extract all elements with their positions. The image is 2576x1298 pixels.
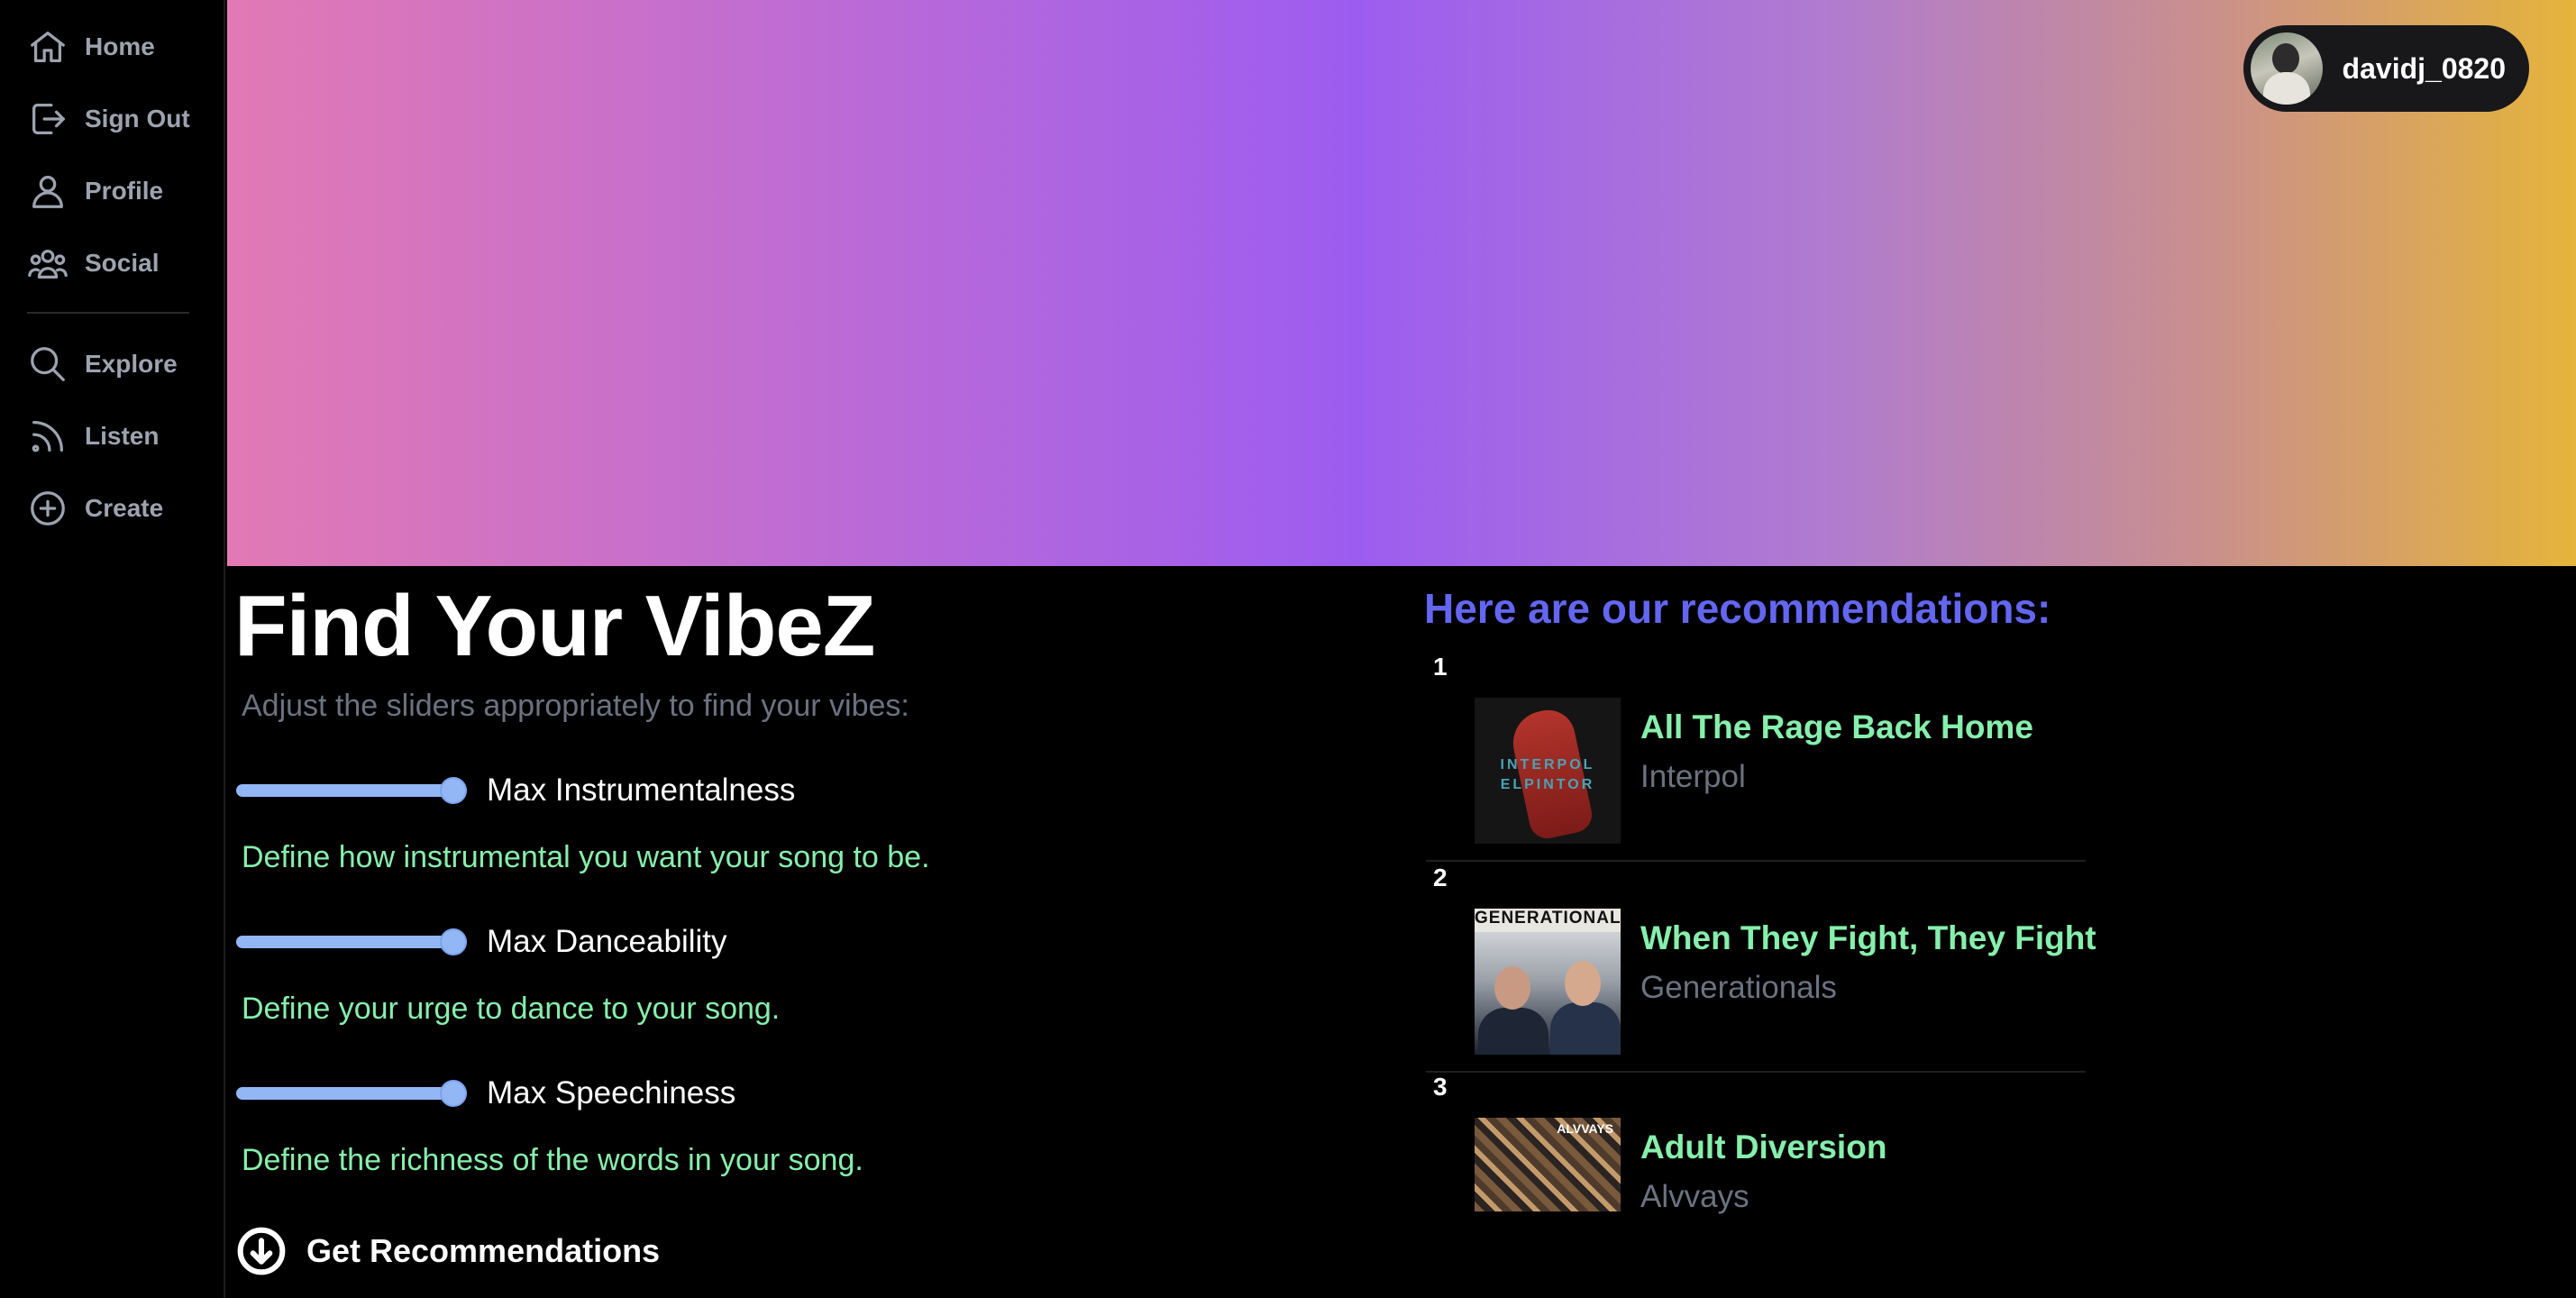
home-icon <box>31 32 65 62</box>
sidebar-item-sign-out[interactable]: Sign Out <box>27 92 190 146</box>
get-recommendations-label: Get Recommendations <box>306 1232 661 1269</box>
slider-thumb[interactable] <box>440 777 467 804</box>
sidebar-item-label: Social <box>85 249 160 277</box>
sidebar-item-label: Create <box>85 494 164 522</box>
slider-description: Define how instrumental you want your so… <box>242 840 930 874</box>
album-cover[interactable]: GENERATIONALS <box>1475 909 1621 1055</box>
slider-thumb[interactable] <box>440 1080 467 1107</box>
sidebar: Home Sign Out Profile Social Explore Lis… <box>0 0 225 1298</box>
get-recommendations-button[interactable]: Get Recommendations <box>236 1222 660 1280</box>
recommendation-item: 1 INTERPOL ELPINTOR All The Rage Back Ho… <box>1426 653 2086 862</box>
user-icon <box>32 176 63 208</box>
album-cover-text: INTERPOL <box>1500 757 1595 772</box>
recommendation-rank: 1 <box>1433 653 1448 681</box>
users-icon <box>28 249 68 279</box>
slider-description: Define the richness of the words in your… <box>242 1143 863 1177</box>
album-cover[interactable]: ALVVAYS <box>1475 1118 1621 1211</box>
sidebar-divider <box>27 312 189 314</box>
sidebar-item-profile[interactable]: Profile <box>27 164 163 218</box>
slider-track[interactable] <box>236 1080 467 1107</box>
arrow-down-circle-icon <box>237 1227 286 1275</box>
rss-icon <box>32 421 63 452</box>
search-icon <box>31 347 65 381</box>
artist-name: Alvvays <box>1640 1179 1749 1214</box>
slider-thumb[interactable] <box>440 928 467 955</box>
recommendation-item: 3 ALVVAYS Adult Diversion Alvvays <box>1426 1073 2086 1282</box>
album-cover[interactable]: INTERPOL ELPINTOR <box>1475 698 1621 844</box>
sign-out-icon <box>32 104 65 134</box>
recommendations-title: Here are our recommendations: <box>1424 585 2051 632</box>
slider-label: Max Danceability <box>487 924 727 959</box>
slider-description: Define your urge to dance to your song. <box>242 992 781 1026</box>
slider-instrumentalness[interactable]: Max Instrumentalness <box>236 768 795 813</box>
page-subtitle: Adjust the sliders appropriately to find… <box>242 689 909 723</box>
sidebar-item-label: Profile <box>85 177 164 205</box>
song-title-link[interactable]: All The Rage Back Home <box>1640 708 2033 746</box>
sidebar-item-listen[interactable]: Listen <box>27 409 159 463</box>
sidebar-item-label: Listen <box>85 422 160 450</box>
slider-label: Max Instrumentalness <box>487 772 796 808</box>
song-title-link[interactable]: When They Fight, They Fight <box>1640 919 2096 957</box>
user-menu-button[interactable]: davidj_0820 <box>2243 25 2529 112</box>
sidebar-item-label: Explore <box>85 350 178 378</box>
slider-danceability[interactable]: Max Danceability <box>236 919 727 964</box>
artist-name: Interpol <box>1640 759 1746 794</box>
artist-name: Generationals <box>1640 970 1837 1005</box>
sidebar-item-label: Sign Out <box>85 105 190 133</box>
slider-speechiness[interactable]: Max Speechiness <box>236 1071 735 1116</box>
slider-label: Max Speechiness <box>487 1075 736 1111</box>
album-cover-text: ELPINTOR <box>1500 777 1595 792</box>
sidebar-item-label: Home <box>85 32 155 60</box>
recommendation-item: 2 GENERATIONALS When They Fight, They Fi… <box>1426 864 2096 1073</box>
album-cover-text: ALVVAYS <box>1557 1121 1613 1136</box>
slider-track[interactable] <box>236 928 467 955</box>
sidebar-item-explore[interactable]: Explore <box>27 337 178 391</box>
sidebar-item-social[interactable]: Social <box>27 236 159 290</box>
page-title: Find Your VibeZ <box>234 578 875 674</box>
recommendation-rank: 3 <box>1433 1073 1448 1101</box>
slider-track[interactable] <box>236 777 467 804</box>
recommendation-rank: 2 <box>1433 864 1448 891</box>
header-banner: davidj_0820 <box>227 0 2576 566</box>
avatar <box>2250 32 2323 105</box>
album-cover-text: GENERATIONALS <box>1475 909 1621 928</box>
plus-circle-icon <box>31 491 65 526</box>
sidebar-item-create[interactable]: Create <box>27 481 163 535</box>
sidebar-item-home[interactable]: Home <box>27 20 155 74</box>
username: davidj_0820 <box>2342 51 2506 85</box>
song-title-link[interactable]: Adult Diversion <box>1640 1129 1886 1166</box>
